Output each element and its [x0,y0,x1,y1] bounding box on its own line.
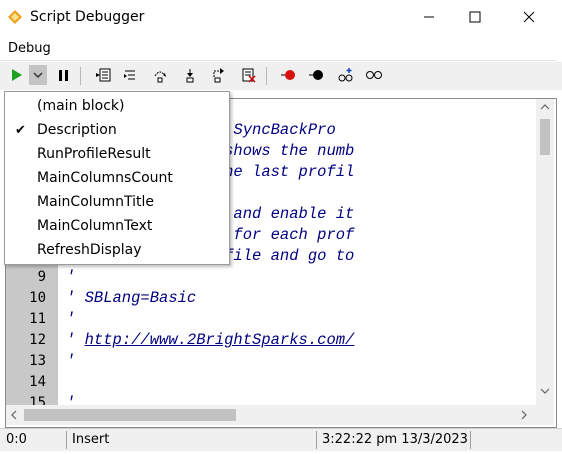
step-out-icon [186,69,194,83]
minimize-icon [424,16,434,18]
status-datetime: 3:22:22 pm 13/3/2023 [322,432,468,447]
add-watch-icon [338,68,353,82]
code-line: ' http://www.2BrightSparks.com/ [66,331,355,349]
line-number: 10 [29,290,46,306]
toggle-breakpoint-icon [281,70,295,80]
line-number: 13 [29,353,46,369]
watches-button[interactable] [364,65,384,85]
step-over-icon [154,71,166,83]
run-button[interactable] [6,65,26,85]
close-icon [523,11,535,23]
checkmark-icon: ✔ [15,123,26,138]
toolbar-separator [266,67,267,85]
procedure-dropdown-menu: (main block) ✔ Description RunProfileRes… [4,91,230,265]
window-title: Script Debugger [30,9,145,25]
compile-icon [96,68,111,82]
vertical-scrollbar[interactable] [536,99,554,405]
clear-breakpoints-button[interactable] [306,65,326,85]
status-bar: 0:0 Insert 3:22:22 pm 13/3/2023 [0,428,562,451]
reset-button[interactable] [238,65,258,85]
menu-item-main-columns-count[interactable]: MainColumnsCount [37,170,173,186]
menu-debug[interactable]: Debug [8,41,51,56]
edit-mode: Insert [72,432,110,447]
maximize-button[interactable] [452,0,498,34]
code-line: ' SBLang=Basic [66,289,197,307]
close-button[interactable] [506,0,552,34]
maximize-icon [469,11,481,23]
dropdown-arrow-icon [33,72,43,79]
step-over-button[interactable] [150,65,170,85]
reset-icon [242,68,256,83]
menu-item-run-profile-result[interactable]: RunProfileResult [37,146,151,162]
clear-breakpoints-icon [309,70,323,80]
run-dropdown-button[interactable] [29,65,47,85]
menu-item-description[interactable]: Description [37,122,117,138]
code-line: ' [66,268,76,286]
minimize-button[interactable] [406,0,452,34]
line-number: 9 [37,269,46,285]
horizontal-scrollbar[interactable] [6,405,554,425]
run-icon [12,69,22,81]
menu-item-main-column-text[interactable]: MainColumnText [37,218,152,234]
horizontal-scrollbar-graphic [11,409,527,421]
toggle-breakpoint-button[interactable] [278,65,298,85]
title-bar: Script Debugger [0,0,562,36]
status-separator [316,431,317,449]
step-into-button[interactable] [120,65,140,85]
line-number: 12 [29,332,46,348]
run-to-cursor-button[interactable] [208,65,228,85]
line-number: 15 [29,395,46,405]
menu-item-main-block[interactable]: (main block) [37,98,125,114]
status-separator [470,431,471,449]
status-separator [66,431,67,449]
step-into-icon [124,70,135,80]
menu-bar: Debug [0,38,556,61]
vertical-scrollbar-graphic [540,104,550,394]
menu-item-main-column-title[interactable]: MainColumnTitle [37,194,154,210]
cursor-position: 0:0 [6,432,27,447]
menu-item-refresh-display[interactable]: RefreshDisplay [37,242,141,258]
run-to-cursor-icon [213,68,224,83]
pause-button[interactable] [54,65,74,85]
app-logo-icon [8,10,22,24]
code-line: ' [66,310,76,328]
compile-button[interactable] [94,65,114,85]
line-number: 14 [29,374,46,390]
toolbar [0,62,562,90]
pause-icon [59,70,68,81]
toolbar-separator [80,67,81,85]
code-line: ' [66,352,76,370]
watches-icon [366,71,382,79]
code-line: ' [66,394,76,405]
add-watch-button[interactable] [336,65,356,85]
website-link[interactable]: http://www.2BrightSparks.com/ [85,331,355,349]
line-number: 11 [29,311,46,327]
step-out-button[interactable] [180,65,200,85]
